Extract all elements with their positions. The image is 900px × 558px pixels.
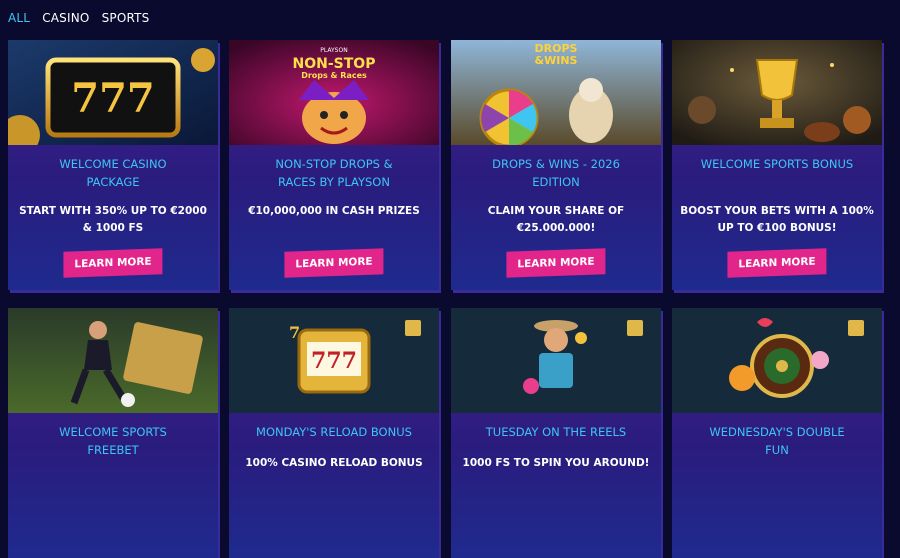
card-title: WELCOME CASINO PACKAGE [59, 157, 167, 189]
svg-text:7: 7 [289, 323, 300, 342]
card-title: WELCOME SPORTS FREEBET [59, 425, 167, 457]
slot-777-text: 777 [71, 75, 155, 122]
promo-card-sports-freebet: WELCOME SPORTS FREEBET [8, 308, 218, 558]
card-description: BOOST YOUR BETS WITH A 100% UP TO €100 B… [680, 205, 874, 234]
card-description: CLAIM YOUR SHARE OF €25.000.000! [487, 205, 625, 234]
tab-casino[interactable]: CASINO [42, 11, 89, 25]
card-title: WEDNESDAY'S DOUBLE FUN [709, 425, 845, 457]
category-tabs: ALL CASINO SPORTS [8, 11, 149, 25]
svg-text:&WINS: &WINS [535, 54, 578, 67]
calendar-icon [405, 320, 421, 336]
promo-image-trophy [672, 40, 882, 145]
promo-card-welcome-casino: 777 WELCOME CASINO PACKAGE START WITH 35… [8, 40, 218, 290]
promo-card-welcome-sports: WELCOME SPORTS BONUS BOOST YOUR BETS WIT… [672, 40, 882, 290]
promo-card-tuesday-reels: TUESDAY ON THE REELS 1000 FS TO SPIN YOU… [451, 308, 661, 558]
tab-all[interactable]: ALL [8, 11, 30, 25]
card-title: MONDAY'S RELOAD BONUS [256, 425, 412, 439]
promo-card-drops-wins: DROPS &WINS DROPS & WINS - 2026 EDITION … [451, 40, 661, 290]
card-description: 100% CASINO RELOAD BONUS [245, 457, 423, 469]
card-title: NON-STOP DROPS & RACES BY PLAYSON [275, 157, 393, 189]
promo-card-wednesday-double: WEDNESDAY'S DOUBLE FUN [672, 308, 882, 558]
card-title: WELCOME SPORTS BONUS [700, 157, 854, 171]
card-title: DROPS & WINS - 2026 EDITION [492, 157, 620, 189]
svg-text:PLAYSON: PLAYSON [320, 47, 347, 54]
promo-card-monday-reload: 777 7 MONDAY'S RELOAD BONUS 100% CASINO … [229, 308, 439, 558]
learn-more-button[interactable]: LEARN MORE [506, 248, 606, 278]
promo-card-non-stop-drops: PLAYSON NON-STOP Drops & Races NON-STOP … [229, 40, 439, 290]
tab-sports[interactable]: SPORTS [102, 11, 150, 25]
card-title: TUESDAY ON THE REELS [485, 425, 627, 439]
svg-text:777: 777 [311, 348, 357, 374]
card-description: €10,000,000 IN CASH PRIZES [248, 205, 420, 217]
calendar-icon [627, 320, 643, 336]
card-description: 1000 FS TO SPIN YOU AROUND! [462, 457, 650, 469]
promo-image-football-player [8, 308, 218, 413]
svg-text:Drops & Races: Drops & Races [301, 71, 367, 80]
calendar-icon [848, 320, 864, 336]
svg-text:NON-STOP: NON-STOP [293, 56, 376, 72]
promo-image-jester: PLAYSON NON-STOP Drops & Races [229, 40, 439, 145]
learn-more-button[interactable]: LEARN MORE [63, 248, 163, 278]
promo-image-roulette [672, 308, 882, 413]
promo-image-cowboy [451, 308, 661, 413]
promo-image-zeus-wheel: DROPS &WINS [451, 40, 661, 145]
promo-image-slot-machine: 777 [8, 40, 218, 145]
learn-more-button[interactable]: LEARN MORE [727, 248, 827, 278]
card-description: START WITH 350% UP TO €2000 & 1000 FS [19, 205, 207, 234]
promo-image-gold-slot: 777 7 [229, 308, 439, 413]
learn-more-button[interactable]: LEARN MORE [284, 248, 384, 278]
